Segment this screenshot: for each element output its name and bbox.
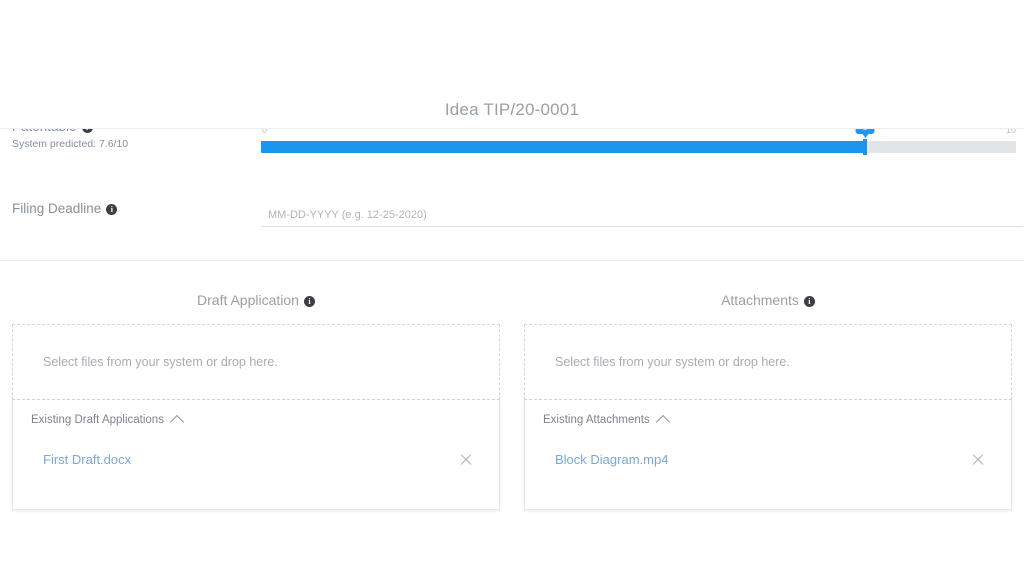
- close-icon[interactable]: [459, 453, 473, 467]
- attachments-dropzone[interactable]: Select files from your system or drop he…: [524, 324, 1012, 400]
- draft-application-dropzone-text: Select files from your system or drop he…: [43, 355, 278, 369]
- existing-draft-applications-card: Existing Draft Applications First Draft.…: [12, 400, 500, 510]
- existing-attachments-card: Existing Attachments Block Diagram.mp4: [524, 400, 1012, 510]
- column-attachments: Attachments i Select files from your sys…: [524, 292, 1012, 510]
- list-item: Block Diagram.mp4: [543, 452, 993, 467]
- existing-draft-applications-toggle[interactable]: Existing Draft Applications: [31, 414, 481, 430]
- patentable-label: Patentable: [12, 129, 77, 134]
- slider-track[interactable]: [261, 141, 1016, 153]
- slider-thumb[interactable]: [863, 139, 867, 155]
- chevron-up-icon[interactable]: [655, 414, 670, 430]
- existing-attachments-label: Existing Attachments: [543, 414, 650, 426]
- attachments-title: Attachments: [721, 292, 799, 308]
- info-icon[interactable]: i: [106, 204, 118, 215]
- page-title: Idea TIP/20-0001: [444, 100, 580, 119]
- draft-application-title-group: Draft Application i: [12, 292, 500, 308]
- patentable-label-group: Patentable i: [12, 129, 93, 134]
- upload-columns: Draft Application i Select files from yo…: [0, 292, 1024, 510]
- attachments-title-group: Attachments i: [524, 292, 1012, 308]
- list-item: First Draft.docx: [31, 452, 481, 467]
- info-icon[interactable]: i: [803, 295, 815, 307]
- filing-deadline-label: Filing Deadline: [12, 201, 102, 216]
- attachments-dropzone-text: Select files from your system or drop he…: [555, 355, 790, 369]
- close-icon[interactable]: [971, 453, 985, 467]
- slider-fill: [261, 141, 865, 153]
- field-row-filing-deadline: Filing Deadline i: [0, 201, 1024, 251]
- info-icon[interactable]: i: [303, 295, 315, 307]
- info-icon[interactable]: i: [81, 129, 93, 133]
- patentable-system-prediction: System predicted: 7.6/10: [12, 138, 129, 150]
- existing-draft-applications-label: Existing Draft Applications: [31, 414, 164, 426]
- chevron-up-icon[interactable]: [169, 414, 185, 430]
- slider-max-label: 10: [1005, 128, 1016, 135]
- file-link[interactable]: First Draft.docx: [43, 452, 131, 467]
- field-row-patentable: Patentable i System predicted: 7.6/10 0 …: [0, 128, 1024, 179]
- file-link[interactable]: Block Diagram.mp4: [555, 452, 668, 467]
- column-draft-application: Draft Application i Select files from yo…: [12, 292, 500, 510]
- slider-min-label: 0: [262, 128, 268, 135]
- filing-deadline-input[interactable]: [261, 209, 1023, 227]
- filing-deadline-label-group: Filing Deadline i: [12, 201, 118, 216]
- slider-value-badge: 8: [855, 129, 875, 138]
- idea-form-panel: Patentable i System predicted: 7.6/10 0 …: [0, 128, 1024, 261]
- patentable-slider[interactable]: 0 10 8: [261, 128, 1016, 171]
- draft-application-title: Draft Application: [197, 292, 299, 308]
- existing-attachments-toggle[interactable]: Existing Attachments: [543, 414, 993, 430]
- draft-application-dropzone[interactable]: Select files from your system or drop he…: [12, 324, 500, 400]
